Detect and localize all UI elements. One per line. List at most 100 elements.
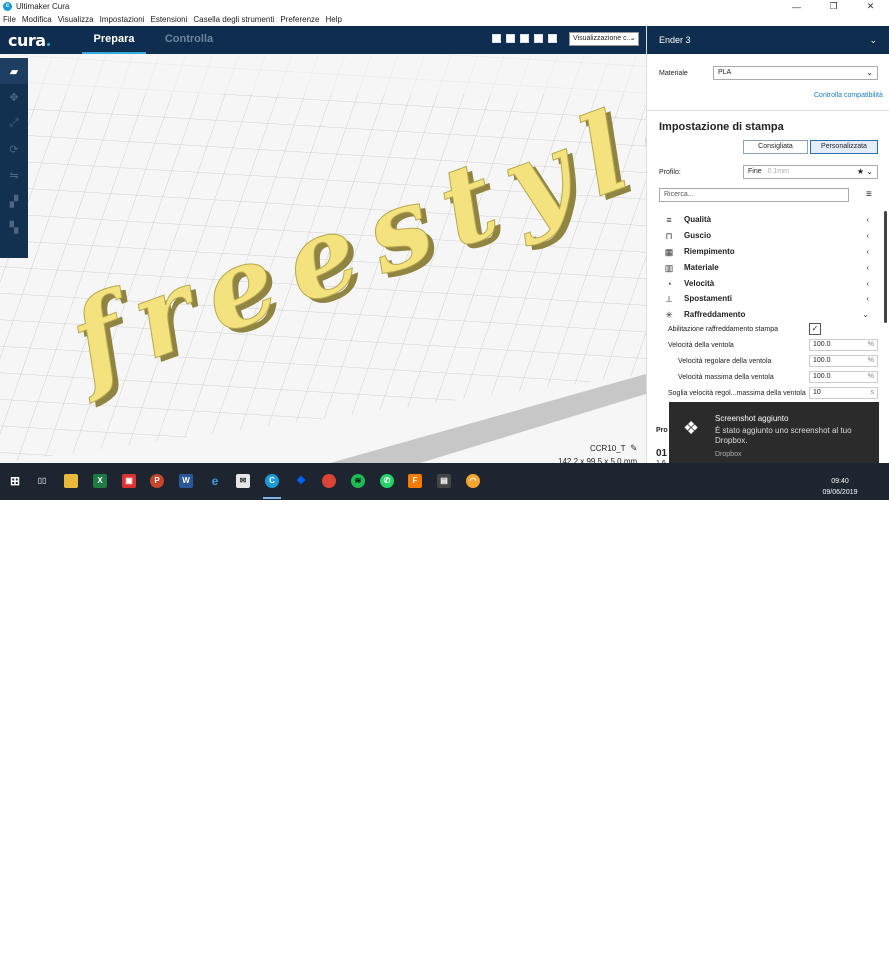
file-explorer-icon[interactable] — [64, 474, 78, 488]
notification-source: Dropbox — [715, 451, 742, 458]
language-indicator[interactable]: ITA — [806, 946, 816, 953]
view-top-icon[interactable] — [520, 34, 529, 43]
fan-max-input[interactable]: 100.0 % — [809, 371, 878, 383]
settings-menu-icon[interactable]: ≡ — [866, 189, 872, 200]
volume-icon[interactable]: ◁) — [792, 946, 801, 955]
menu-file[interactable]: File — [3, 15, 16, 24]
profile-select[interactable]: Fine 0.1mm ★ ⌄ — [743, 165, 878, 179]
powerpoint-icon[interactable]: P — [150, 474, 164, 488]
print-summary-label: Pro — [656, 427, 668, 434]
fan-regular-input[interactable]: 100.0 % — [809, 355, 878, 367]
chevron-down-icon: ⌄ — [866, 68, 873, 77]
fan-threshold-label: Soglia velocità regol...massima della ve… — [668, 390, 806, 397]
category-shell[interactable]: ⊓ Guscio ‹ — [659, 228, 877, 243]
spotify-icon[interactable]: ≋ — [351, 474, 365, 488]
word-icon[interactable]: W — [179, 474, 193, 488]
category-label: Spostamenti — [684, 294, 733, 303]
category-infill[interactable]: ▦ Riempimento ‹ — [659, 244, 877, 259]
compatibility-link[interactable]: Controlla compatibilità — [814, 92, 883, 99]
recommended-mode-button[interactable]: Consigliata — [743, 140, 808, 154]
fan-speed-label: Velocità della ventola — [668, 342, 734, 349]
notification-title: Screenshot aggiunto — [715, 414, 789, 423]
print-setup-title: Impostazione di stampa — [659, 121, 784, 133]
windows-taskbar: ⊞ ▯▯ X ▣ P W e ✉ C ❖ ≋ ✆ F ▤ ◠ ⚲ ˄ ▰ ❖ ▭… — [0, 463, 889, 955]
settings-scrollbar[interactable] — [884, 211, 887, 323]
menu-settings[interactable]: Impostazioni — [100, 15, 145, 24]
cura-taskbar-icon[interactable]: C — [265, 474, 279, 488]
windows-start-icon[interactable]: ⊞ — [8, 474, 22, 488]
people-icon[interactable]: ⚲ — [714, 946, 720, 955]
gift-app-icon[interactable]: ▣ — [122, 474, 136, 488]
action-center-icon[interactable]: ▢ — [872, 946, 880, 955]
app-icon[interactable]: ◠ — [466, 474, 480, 488]
dropbox-tray-icon[interactable]: ❖ — [760, 946, 767, 955]
fan-threshold-input[interactable]: 10 s — [809, 387, 878, 399]
menu-help[interactable]: Help — [325, 15, 341, 24]
view-3d-icon[interactable] — [492, 34, 501, 43]
menu-view[interactable]: Visualizza — [58, 15, 94, 24]
close-button[interactable]: ✕ — [852, 0, 889, 13]
network-icon[interactable]: ▭ — [776, 946, 784, 955]
tab-monitor[interactable]: Controlla — [157, 26, 221, 54]
category-label: Raffreddamento — [684, 310, 746, 319]
clock-time[interactable]: 09:40 — [820, 478, 860, 485]
menu-extensions[interactable]: Estensioni — [150, 15, 187, 24]
tab-prepare[interactable]: Prepara — [82, 26, 146, 54]
mirror-icon[interactable]: ⇋ — [0, 162, 28, 188]
tray-app-icon[interactable]: ▰ — [744, 946, 750, 955]
category-material[interactable]: ▥ Materiale ‹ — [659, 260, 877, 275]
view-front-icon[interactable] — [506, 34, 515, 43]
per-model-settings-icon[interactable]: ▞ — [0, 188, 28, 214]
scale-icon[interactable]: ⤢ — [0, 110, 28, 136]
support-blocker-icon[interactable]: ▚ — [0, 214, 28, 240]
category-travel[interactable]: ⟂ Spostamenti ‹ — [659, 291, 877, 306]
category-cooling[interactable]: ✳ Raffreddamento ⌄ — [659, 307, 877, 322]
open-file-icon[interactable]: ▰ — [0, 58, 28, 84]
print-settings-panel: Ender 3 ⌄ Materiale PLA ⌄ Controlla comp… — [646, 26, 889, 463]
fan-max-label: Velocità massima della ventola — [678, 374, 774, 381]
edge-icon[interactable]: e — [208, 474, 222, 488]
enable-cooling-checkbox[interactable]: ✓ — [809, 323, 821, 335]
custom-mode-button[interactable]: Personalizzata — [810, 140, 878, 154]
maximize-button[interactable]: ❐ — [815, 0, 852, 13]
minimize-button[interactable]: — — [778, 0, 815, 13]
category-label: Guscio — [684, 231, 712, 240]
move-icon[interactable]: ✥ — [0, 84, 28, 110]
mail-icon[interactable]: ✉ — [236, 474, 250, 488]
whatsapp-icon[interactable]: ✆ — [380, 474, 394, 488]
app-icon[interactable]: ▤ — [437, 474, 451, 488]
quality-icon: ≡ — [666, 214, 672, 225]
dropbox-notification[interactable]: ❖ Screenshot aggiunto È stato aggiunto u… — [669, 402, 879, 467]
dropbox-taskbar-icon[interactable]: ❖ — [294, 474, 308, 488]
title-bar: c Ultimaker Cura — ❐ ✕ — [0, 0, 889, 13]
view-right-icon[interactable] — [548, 34, 557, 43]
pencil-icon[interactable]: ✎ — [630, 443, 638, 454]
clock-date[interactable]: 09/06/2019 — [817, 489, 863, 496]
view-type-select[interactable]: Visualizzazione c... ⌄ — [569, 32, 639, 46]
chrome-icon[interactable] — [322, 474, 336, 488]
fusion-app-icon[interactable]: F — [408, 474, 422, 488]
menu-edit[interactable]: Modifica — [22, 15, 52, 24]
build-plate-viewport[interactable]: freestyle freestyle — [0, 54, 646, 463]
settings-search-input[interactable]: Ricerca... — [659, 188, 849, 202]
menu-preferences[interactable]: Preferenze — [280, 15, 319, 24]
category-speed[interactable]: ◔ Velocità ‹ — [659, 276, 877, 291]
category-label: Materiale — [684, 263, 719, 272]
material-select[interactable]: PLA ⌄ — [713, 66, 878, 80]
rotate-icon[interactable]: ⟳ — [0, 136, 28, 162]
view-left-icon[interactable] — [534, 34, 543, 43]
menu-toolbox[interactable]: Casella degli strumenti — [193, 15, 274, 24]
excel-icon[interactable]: X — [93, 474, 107, 488]
chevron-left-icon: ‹ — [866, 294, 869, 303]
fan-speed-input[interactable]: 100.0 % — [809, 339, 878, 351]
chevron-down-icon: ⌄ — [862, 310, 869, 319]
profile-label: Profilo: — [659, 169, 681, 176]
category-quality[interactable]: ≡ Qualità ‹ — [659, 212, 877, 227]
travel-icon: ⟂ — [665, 293, 672, 304]
show-hidden-icon[interactable]: ˄ — [728, 946, 733, 955]
category-label: Riempimento — [684, 247, 735, 256]
task-view-icon[interactable]: ▯▯ — [35, 474, 49, 488]
printer-selector[interactable]: Ender 3 ⌄ — [647, 26, 889, 54]
divider — [647, 110, 889, 111]
model-3d[interactable]: freestyle freestyle — [0, 54, 646, 463]
